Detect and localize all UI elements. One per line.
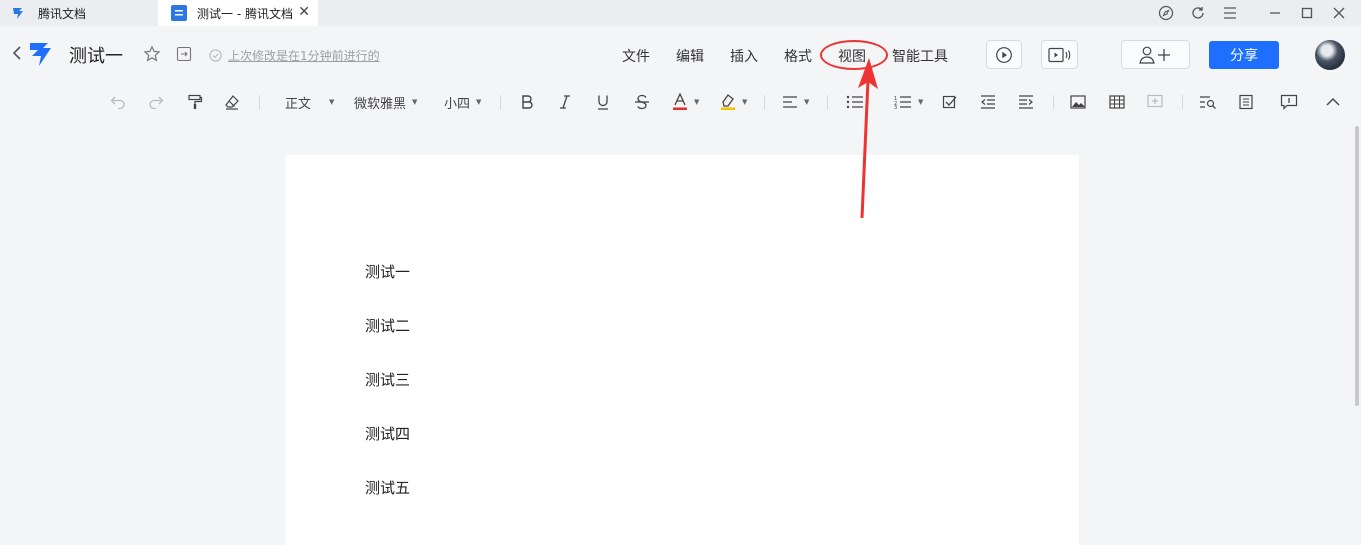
menu-file[interactable]: 文件 bbox=[622, 46, 650, 66]
comments-panel-icon[interactable] bbox=[1280, 92, 1298, 112]
undo-icon[interactable] bbox=[110, 92, 126, 112]
align-select[interactable]: ▼ bbox=[782, 92, 809, 112]
add-collaborator-button[interactable] bbox=[1121, 40, 1190, 69]
tab-close-icon[interactable]: ✕ bbox=[298, 4, 310, 20]
italic-icon[interactable] bbox=[558, 92, 572, 112]
avatar[interactable] bbox=[1315, 40, 1345, 70]
tab-label: 腾讯文档 bbox=[38, 6, 87, 21]
caret-down-icon: ▼ bbox=[412, 98, 418, 106]
tab-document[interactable]: 测试一 - 腾讯文档 ✕ bbox=[158, 0, 318, 26]
toolbar-divider bbox=[827, 95, 828, 109]
menu-smart-tools[interactable]: 智能工具 bbox=[892, 46, 948, 66]
svg-text:3: 3 bbox=[894, 105, 897, 109]
toolbar-divider bbox=[500, 95, 501, 109]
refresh-icon[interactable] bbox=[1188, 3, 1208, 23]
caret-down-icon: ▼ bbox=[694, 98, 700, 106]
caret-down-icon: ▼ bbox=[918, 98, 924, 106]
close-icon[interactable] bbox=[1329, 3, 1349, 23]
caret-down-icon: ▼ bbox=[742, 98, 748, 106]
paragraph-style-value: 正文 bbox=[285, 96, 312, 112]
increase-indent-icon[interactable] bbox=[1018, 92, 1034, 112]
paragraph[interactable]: 测试三 bbox=[365, 369, 410, 390]
menu-format[interactable]: 格式 bbox=[784, 46, 812, 66]
font-color-icon bbox=[673, 93, 687, 110]
checklist-icon[interactable] bbox=[942, 92, 958, 112]
numbered-list-icon: 123 bbox=[894, 96, 911, 109]
insert-image-icon[interactable] bbox=[1070, 92, 1086, 112]
document-header: 测试一 上次修改是在1分钟前进行的 文件 编辑 插入 格式 视图 智能工具 分享 bbox=[0, 26, 1361, 80]
align-left-icon bbox=[783, 96, 797, 108]
compass-icon[interactable] bbox=[1156, 3, 1176, 23]
share-button[interactable]: 分享 bbox=[1209, 41, 1279, 69]
highlighter-icon bbox=[721, 94, 735, 110]
menu-view[interactable]: 视图 bbox=[838, 46, 866, 66]
screen-audio-icon bbox=[1047, 47, 1070, 62]
bulleted-list-icon[interactable] bbox=[846, 92, 864, 112]
font-size-select[interactable]: 小四 ▼ bbox=[444, 92, 481, 112]
tab-home[interactable]: 腾讯文档 bbox=[0, 0, 158, 26]
font-size-value: 小四 bbox=[444, 96, 471, 112]
paragraph[interactable]: 测试四 bbox=[365, 423, 410, 444]
document-page[interactable]: 测试一 测试二 测试三 测试四 测试五 bbox=[285, 155, 1079, 545]
paragraph-style-select[interactable]: 正文 ▼ bbox=[285, 92, 334, 112]
clear-format-icon[interactable] bbox=[224, 92, 240, 112]
document-icon bbox=[171, 5, 187, 21]
caret-down-icon: ▼ bbox=[804, 98, 810, 106]
paragraph[interactable]: 测试五 bbox=[365, 477, 410, 498]
numbered-list-select[interactable]: 123 ▼ bbox=[894, 92, 923, 112]
highlight-color-select[interactable]: ▼ bbox=[720, 92, 747, 112]
maximize-icon[interactable] bbox=[1297, 3, 1317, 23]
font-family-value: 微软雅黑 bbox=[354, 96, 407, 112]
menu-edit[interactable]: 编辑 bbox=[676, 46, 704, 66]
tab-label: 测试一 - 腾讯文档 bbox=[197, 6, 293, 21]
add-user-icon bbox=[1138, 46, 1170, 64]
tencent-docs-logo-icon bbox=[12, 5, 28, 21]
save-status: 上次修改是在1分钟前进行的 bbox=[209, 47, 380, 64]
insert-table-icon[interactable] bbox=[1109, 92, 1125, 112]
underline-icon[interactable] bbox=[596, 92, 610, 112]
collapse-toolbar-icon[interactable] bbox=[1326, 92, 1340, 112]
menu-icon[interactable] bbox=[1220, 3, 1240, 23]
caret-down-icon: ▼ bbox=[476, 98, 482, 106]
font-color-select[interactable]: ▼ bbox=[672, 92, 699, 112]
document-title[interactable]: 测试一 bbox=[69, 42, 123, 68]
play-circle-icon bbox=[996, 46, 1012, 63]
formatting-toolbar: 正文 ▼ 微软雅黑 ▼ 小四 ▼ ▼ ▼ ▼ 123 ▼ bbox=[0, 80, 1361, 124]
toolbar-divider bbox=[764, 95, 765, 109]
paragraph[interactable]: 测试一 bbox=[365, 261, 410, 282]
document-outline-icon[interactable] bbox=[1238, 92, 1254, 112]
strikethrough-icon[interactable] bbox=[634, 92, 650, 112]
read-aloud-button[interactable] bbox=[1041, 40, 1078, 69]
tencent-docs-logo-icon[interactable] bbox=[28, 40, 56, 68]
back-icon[interactable] bbox=[12, 45, 26, 61]
caret-down-icon: ▼ bbox=[329, 98, 335, 106]
format-painter-icon[interactable] bbox=[187, 92, 203, 112]
toolbar-divider bbox=[1182, 95, 1183, 109]
bold-icon[interactable] bbox=[520, 92, 534, 112]
star-icon[interactable] bbox=[143, 45, 161, 63]
find-replace-icon[interactable] bbox=[1199, 92, 1217, 112]
move-to-folder-icon[interactable] bbox=[176, 46, 192, 62]
insert-comment-icon[interactable] bbox=[1147, 92, 1163, 112]
menu-insert[interactable]: 插入 bbox=[730, 46, 758, 66]
presentation-play-button[interactable] bbox=[986, 40, 1022, 69]
minimize-icon[interactable] bbox=[1265, 3, 1285, 23]
title-bar: 腾讯文档 测试一 - 腾讯文档 ✕ bbox=[0, 0, 1361, 26]
decrease-indent-icon[interactable] bbox=[980, 92, 996, 112]
paragraph[interactable]: 测试二 bbox=[365, 315, 410, 336]
save-status-link[interactable]: 上次修改是在1分钟前进行的 bbox=[228, 47, 380, 64]
redo-icon[interactable] bbox=[148, 92, 164, 112]
font-family-select[interactable]: 微软雅黑 ▼ bbox=[354, 92, 417, 112]
toolbar-divider bbox=[259, 95, 260, 109]
check-circle-icon bbox=[209, 49, 222, 62]
vertical-scrollbar[interactable] bbox=[1355, 126, 1359, 406]
toolbar-divider bbox=[1053, 95, 1054, 109]
